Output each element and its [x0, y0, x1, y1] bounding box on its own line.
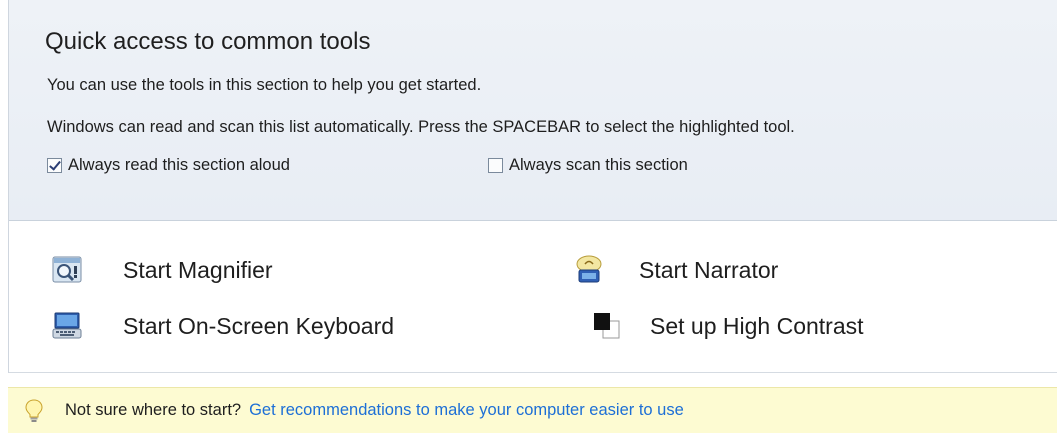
set-up-high-contrast-button[interactable]: Set up High Contrast	[591, 310, 864, 342]
scan-checkbox[interactable]	[488, 158, 503, 173]
start-on-screen-keyboard-button[interactable]: Start On-Screen Keyboard	[51, 310, 394, 342]
read-aloud-option[interactable]: Always read this section aloud	[47, 156, 290, 175]
read-aloud-label: Always read this section aloud	[68, 156, 290, 174]
start-magnifier-label: Start Magnifier	[123, 256, 273, 283]
start-magnifier-button[interactable]: Start Magnifier	[51, 254, 273, 286]
recommendations-link[interactable]: Get recommendations to make your compute…	[249, 401, 684, 420]
set-up-high-contrast-label: Set up High Contrast	[650, 312, 864, 339]
quick-access-section: Quick access to common tools You can use…	[9, 0, 1057, 221]
scan-option[interactable]: Always scan this section	[488, 156, 688, 175]
recommendation-bar: Not sure where to start? Get recommendat…	[8, 387, 1057, 433]
tools-list: Start Magnifier Start Narrator Start On-…	[9, 221, 1057, 373]
narrator-icon	[573, 254, 605, 286]
tip-text: Not sure where to start?	[65, 401, 242, 419]
high-contrast-icon	[591, 310, 623, 342]
section-heading: Quick access to common tools	[45, 28, 371, 55]
scan-label: Always scan this section	[509, 156, 688, 174]
lightbulb-icon	[25, 398, 43, 423]
read-aloud-checkbox[interactable]	[47, 158, 62, 173]
ease-of-access-panel: Quick access to common tools You can use…	[8, 0, 1057, 373]
section-description: You can use the tools in this section to…	[47, 76, 482, 94]
magnifier-icon	[51, 254, 83, 286]
section-instructions: Windows can read and scan this list auto…	[47, 118, 795, 136]
start-narrator-button[interactable]: Start Narrator	[573, 254, 778, 286]
start-narrator-label: Start Narrator	[639, 256, 779, 283]
keyboard-icon	[51, 310, 83, 342]
start-on-screen-keyboard-label: Start On-Screen Keyboard	[123, 312, 395, 339]
